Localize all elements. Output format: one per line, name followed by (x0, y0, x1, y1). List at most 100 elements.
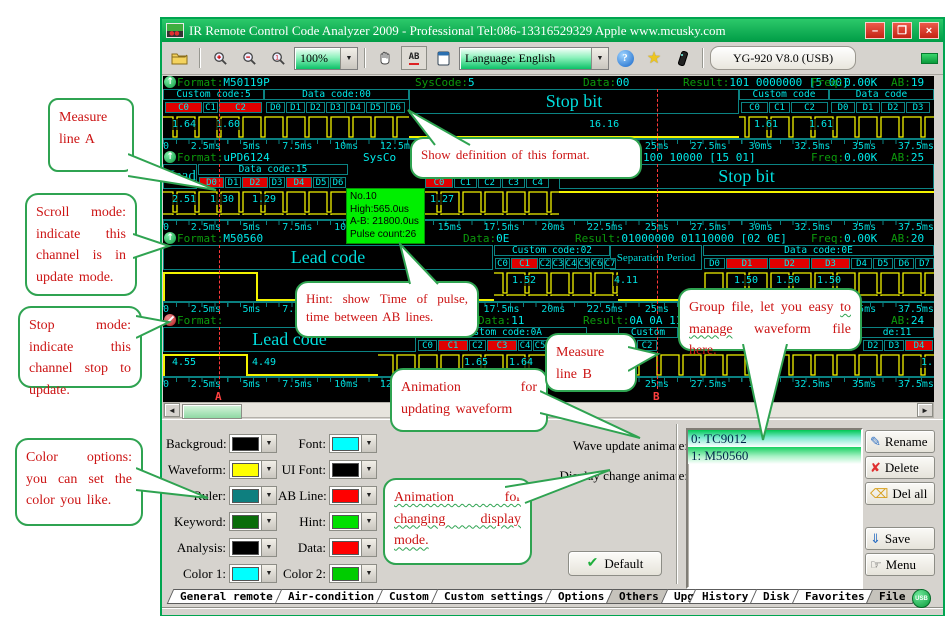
file-action-button[interactable]: ✎ Rename (865, 430, 935, 453)
code-cell[interactable]: D1 (225, 177, 241, 188)
chevron-down-icon[interactable]: ▼ (361, 513, 376, 530)
default-button[interactable]: ✔ Default (568, 551, 662, 576)
code-cell[interactable]: D3 (326, 102, 345, 113)
chevron-down-icon[interactable]: ▼ (261, 539, 276, 556)
zoom-level-select[interactable]: 100% ▼ (294, 47, 358, 70)
scroll-left-icon[interactable]: ◄ (164, 403, 180, 417)
code-cell[interactable]: D0 (266, 102, 285, 113)
code-cell[interactable]: D4 (346, 102, 365, 113)
code-cell[interactable]: C2 (469, 340, 486, 351)
language-select[interactable]: Language: English ▼ (459, 47, 609, 70)
code-cell[interactable]: D4 (851, 258, 872, 269)
open-file-button[interactable] (167, 46, 193, 70)
file-list-item[interactable]: 1: M50560 (688, 447, 861, 464)
chevron-down-icon[interactable]: ▼ (340, 48, 357, 69)
chevron-down-icon[interactable]: ▼ (591, 48, 608, 69)
code-cell[interactable]: D2 (242, 177, 268, 188)
color-select[interactable]: ▼ (229, 434, 277, 453)
color-select[interactable]: ▼ (229, 512, 277, 531)
chevron-down-icon[interactable]: ▼ (261, 513, 276, 530)
code-cell[interactable]: D5 (873, 258, 893, 269)
measure-line-b[interactable] (657, 164, 658, 232)
code-cell[interactable]: D2 (306, 102, 325, 113)
chevron-down-icon[interactable]: ▼ (361, 565, 376, 582)
measure-line-b[interactable] (657, 89, 658, 151)
help-button[interactable]: ? (612, 46, 638, 70)
file-action-button[interactable]: ☞ Menu (865, 553, 935, 576)
measure-line-a[interactable] (219, 89, 220, 151)
mode-tab[interactable]: Air-condition (274, 589, 387, 604)
file-tab[interactable]: Favorites (792, 589, 878, 604)
close-button[interactable]: × (919, 22, 939, 39)
display-mode-button[interactable] (430, 46, 456, 70)
color-select[interactable]: ▼ (329, 434, 377, 453)
code-cell[interactable]: D4 (286, 177, 312, 188)
code-cell[interactable]: C0 (495, 258, 510, 269)
chevron-down-icon[interactable]: ▼ (361, 539, 376, 556)
code-cell[interactable]: C4 (518, 340, 532, 351)
color-select[interactable]: ▼ (329, 538, 377, 557)
file-list[interactable]: 0: TC90121: M50560 (686, 428, 863, 589)
channel-scroll-mode-icon[interactable]: ↑ (164, 76, 176, 88)
color-select[interactable]: ▼ (329, 512, 377, 531)
code-cell[interactable]: D3 (906, 102, 930, 113)
measure-line-b[interactable] (657, 245, 658, 314)
chevron-down-icon[interactable]: ▼ (361, 435, 376, 452)
code-cell[interactable]: C6 (591, 258, 603, 269)
code-cell[interactable]: D3 (811, 258, 850, 269)
chevron-down-icon[interactable]: ▼ (361, 487, 376, 504)
maximize-button[interactable]: ❒ (892, 22, 912, 39)
measure-line-a[interactable] (219, 327, 220, 389)
color-select[interactable]: ▼ (329, 486, 377, 505)
code-cell[interactable]: C1 (203, 102, 218, 113)
code-cell[interactable]: D1 (726, 258, 768, 269)
scrollbar-thumb[interactable] (182, 404, 242, 419)
code-cell[interactable]: D3 (269, 177, 285, 188)
code-cell[interactable]: D2 (863, 340, 883, 351)
zoom-out-button[interactable] (236, 46, 262, 70)
file-action-button[interactable]: ⇓ Save (865, 527, 935, 550)
code-cell[interactable]: C2 (539, 258, 551, 269)
ab-measure-button[interactable]: AB (401, 46, 427, 70)
code-cell[interactable]: D2 (881, 102, 905, 113)
zoom-actual-button[interactable]: 1 (265, 46, 291, 70)
color-select[interactable]: ▼ (229, 564, 277, 583)
measure-line-a[interactable] (219, 245, 220, 314)
code-cell[interactable]: D4 (905, 340, 933, 351)
code-cell[interactable]: C1 (438, 340, 468, 351)
code-cell[interactable]: C1 (511, 258, 538, 269)
remote-tool-button[interactable] (670, 46, 696, 70)
code-cell[interactable]: C0 (418, 340, 437, 351)
file-action-button[interactable]: ⌫ Del all (865, 482, 935, 505)
chevron-down-icon[interactable]: ▼ (261, 565, 276, 582)
code-cell[interactable]: C2 (791, 102, 828, 113)
code-cell[interactable]: C4 (565, 258, 577, 269)
color-select[interactable]: ▼ (229, 486, 277, 505)
minimize-button[interactable]: – (865, 22, 885, 39)
zoom-in-button[interactable] (207, 46, 233, 70)
code-cell[interactable]: D6 (330, 177, 346, 188)
code-cell[interactable]: D6 (894, 258, 914, 269)
code-cell[interactable]: C7 (604, 258, 616, 269)
code-cell[interactable]: D0 (831, 102, 855, 113)
code-cell[interactable]: D5 (366, 102, 385, 113)
code-cell[interactable]: C5 (578, 258, 590, 269)
chevron-down-icon[interactable]: ▼ (261, 461, 276, 478)
code-cell[interactable]: D1 (286, 102, 305, 113)
file-action-button[interactable]: ✘ Delete (865, 456, 935, 479)
code-cell[interactable]: D0 (704, 258, 725, 269)
color-select[interactable]: ▼ (329, 460, 377, 479)
favorites-button[interactable]: ★ (641, 46, 667, 70)
code-cell[interactable]: D5 (313, 177, 329, 188)
code-cell[interactable]: D1 (856, 102, 880, 113)
code-cell[interactable]: C3 (552, 258, 564, 269)
code-cell[interactable]: D7 (915, 258, 934, 269)
color-select[interactable]: ▼ (229, 460, 277, 479)
code-cell[interactable]: C3 (487, 340, 517, 351)
code-cell[interactable]: D3 (884, 340, 904, 351)
code-cell[interactable]: D2 (769, 258, 810, 269)
mode-tab[interactable]: Custom settings (430, 589, 556, 604)
code-cell[interactable]: C0 (741, 102, 768, 113)
chevron-down-icon[interactable]: ▼ (361, 461, 376, 478)
chevron-down-icon[interactable]: ▼ (261, 487, 276, 504)
